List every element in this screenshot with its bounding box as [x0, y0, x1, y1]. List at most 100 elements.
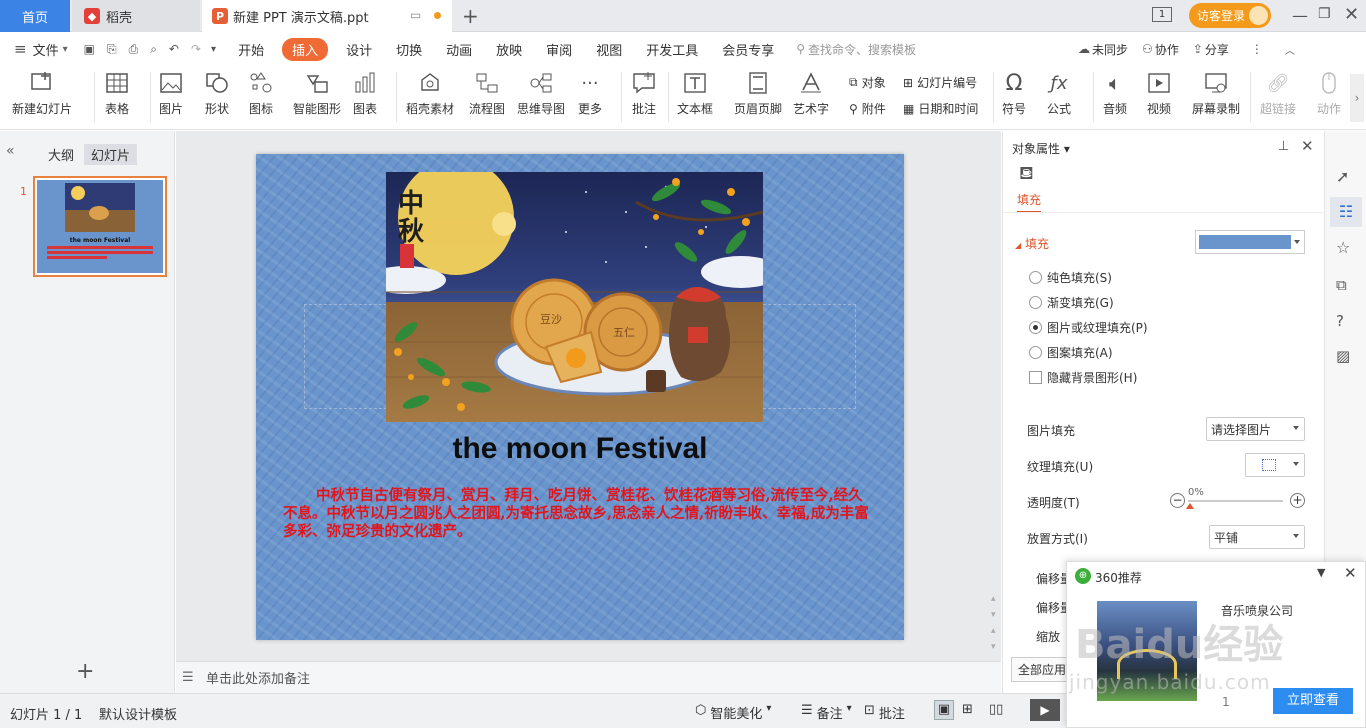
fill-color-select[interactable]: [1195, 230, 1305, 254]
collab-button[interactable]: 协作: [1155, 41, 1179, 58]
shape-button[interactable]: 形状: [204, 70, 230, 117]
menu-member[interactable]: 会员专享: [710, 40, 786, 59]
object-button[interactable]: ⧉ 对象: [849, 74, 886, 91]
textbox-button[interactable]: 文本框: [677, 70, 713, 117]
normal-view-icon[interactable]: ▣: [934, 700, 954, 720]
radio-solid[interactable]: [1029, 271, 1042, 284]
action-button[interactable]: 动作: [1316, 70, 1342, 117]
slide-title[interactable]: the moon Festival: [256, 432, 904, 466]
menu-transition[interactable]: 切换: [384, 40, 434, 59]
transparency-plus-button[interactable]: +: [1290, 493, 1305, 508]
rocket-icon[interactable]: ➚: [1336, 167, 1349, 186]
menu-start[interactable]: 开始: [226, 40, 276, 59]
option-gradient-fill[interactable]: 渐变填充(G): [1029, 294, 1114, 311]
daoke-material-button[interactable]: 稻壳素材: [406, 70, 454, 117]
header-footer-button[interactable]: 页眉页脚: [734, 70, 782, 117]
design-template[interactable]: 默认设计模板: [99, 704, 177, 723]
icon-button[interactable]: 图标: [248, 70, 274, 117]
radio-picture[interactable]: [1029, 321, 1042, 334]
attachment-button[interactable]: ⚲ 附件: [849, 100, 886, 117]
menu-devtools[interactable]: 开发工具: [634, 40, 710, 59]
collapse-pane-icon[interactable]: «: [6, 143, 15, 159]
quick-access-more-icon[interactable]: ▾: [211, 44, 216, 55]
properties-tool-icon[interactable]: ☷: [1330, 197, 1362, 227]
redo-icon[interactable]: ↷: [191, 42, 201, 56]
formula-button[interactable]: ƒx 公式: [1046, 70, 1072, 117]
option-hide-bg[interactable]: 隐藏背景图形(H): [1029, 369, 1137, 386]
menu-insert[interactable]: 插入: [282, 37, 329, 61]
option-solid-fill[interactable]: 纯色填充(S): [1029, 269, 1112, 286]
window-mode-icon[interactable]: ▭: [410, 8, 421, 22]
comment-button[interactable]: 批注: [631, 70, 657, 117]
tab-document[interactable]: P 新建 PPT 演示文稿.ppt ▭: [202, 0, 452, 32]
print-icon[interactable]: ⎙: [129, 42, 139, 57]
mindmap-button[interactable]: 思维导图: [517, 70, 565, 117]
hamburger-icon[interactable]: ≡: [14, 40, 27, 58]
sync-status[interactable]: 未同步: [1092, 41, 1128, 58]
sorter-view-icon[interactable]: ⊞: [962, 702, 973, 717]
new-slide-button[interactable]: 新建幻灯片: [12, 70, 72, 117]
collapse-ribbon-icon[interactable]: ︿: [1285, 42, 1295, 57]
notes-toggle-button[interactable]: ☰ 备注 ▾: [801, 703, 852, 722]
apply-all-button[interactable]: 全部应用: [1011, 657, 1074, 682]
popup-collapse-icon[interactable]: ▼: [1317, 566, 1325, 579]
star-icon[interactable]: ☆: [1336, 238, 1350, 257]
restore-icon[interactable]: ❐: [1318, 6, 1331, 22]
menu-slideshow[interactable]: 放映: [484, 40, 534, 59]
fill-section-header[interactable]: ◢ 填充: [1015, 235, 1049, 252]
comment-toggle-button[interactable]: ⊡ 批注: [864, 703, 905, 722]
chevron-down-icon[interactable]: ▾: [63, 44, 68, 55]
notes-pane[interactable]: ☰ 单击此处添加备注: [176, 661, 1001, 693]
slider-thumb-icon[interactable]: [1186, 503, 1194, 509]
play-slideshow-button[interactable]: ▶: [1030, 699, 1060, 721]
workspace-badge[interactable]: 1: [1152, 7, 1172, 22]
new-tab-icon[interactable]: +: [462, 4, 479, 28]
minimize-icon[interactable]: —: [1292, 6, 1308, 25]
radio-gradient[interactable]: [1029, 296, 1042, 309]
guest-login-button[interactable]: 访客登录: [1189, 3, 1271, 28]
share-button[interactable]: 分享: [1205, 41, 1229, 58]
view-now-button[interactable]: 立即查看: [1273, 688, 1353, 714]
tab-fill[interactable]: 填充: [1017, 191, 1042, 213]
flowchart-button[interactable]: 流程图: [469, 70, 505, 117]
picture-button[interactable]: 图片: [158, 70, 184, 117]
hyperlink-button[interactable]: 🔗︎ 超链接: [1260, 70, 1296, 117]
canvas-scroll-arrows-icon[interactable]: ▴ ▾ ▴ ▾: [991, 591, 996, 655]
smart-beautify-button[interactable]: ⬡ 智能美化 ▾: [695, 703, 771, 722]
slide-number-button[interactable]: ⊞ 幻灯片编号: [903, 74, 977, 91]
command-search[interactable]: 查找命令、搜索模板: [808, 41, 958, 58]
close-pane-icon[interactable]: ✕: [1301, 137, 1314, 155]
close-window-icon[interactable]: ✕: [1344, 4, 1359, 25]
save-icon[interactable]: ▣: [84, 42, 95, 56]
mid-autumn-illustration[interactable]: 中秋 豆沙 五仁: [386, 172, 763, 422]
transparency-minus-button[interactable]: −: [1170, 493, 1185, 508]
help-icon[interactable]: ?: [1336, 312, 1344, 330]
menu-review[interactable]: 审阅: [534, 40, 584, 59]
undo-icon[interactable]: ↶: [169, 42, 179, 56]
pane-title[interactable]: 对象属性 ▾: [1012, 140, 1070, 157]
datetime-button[interactable]: ▦ 日期和时间: [903, 100, 978, 117]
texture-fill-select[interactable]: [1245, 453, 1305, 477]
picture-fill-select[interactable]: 请选择图片: [1206, 417, 1305, 441]
smart-shape-button[interactable]: 智能图形: [293, 70, 341, 117]
menu-view[interactable]: 视图: [584, 40, 634, 59]
slide-thumbnail[interactable]: the moon Festival: [33, 176, 167, 277]
pane-scrollbar[interactable]: [1313, 145, 1323, 605]
symbol-button[interactable]: Ω 符号: [1001, 70, 1027, 117]
menu-animation[interactable]: 动画: [434, 40, 484, 59]
tab-outline[interactable]: 大纲: [42, 144, 80, 165]
slide-canvas[interactable]: 中秋 豆沙 五仁 the moon Festival 中秋节自古便有祭月、赏月、…: [256, 154, 904, 640]
radio-pattern[interactable]: [1029, 346, 1042, 359]
image-tool-icon[interactable]: ▨: [1336, 347, 1350, 365]
wordart-button[interactable]: 艺术字: [793, 70, 829, 117]
preview-icon[interactable]: ⌕: [150, 42, 157, 57]
reading-view-icon[interactable]: ▯▯: [989, 702, 1003, 717]
video-button[interactable]: 视频: [1146, 70, 1172, 117]
option-pattern-fill[interactable]: 图案填充(A): [1029, 344, 1113, 361]
tab-daoke[interactable]: ◆ 稻壳: [72, 0, 200, 32]
tab-slides[interactable]: 幻灯片: [84, 144, 138, 165]
more-icon[interactable]: ⋮: [1251, 42, 1263, 56]
transparency-slider[interactable]: [1188, 500, 1283, 502]
chart-button[interactable]: 图表: [352, 70, 378, 117]
tab-home[interactable]: 首页: [0, 0, 70, 32]
